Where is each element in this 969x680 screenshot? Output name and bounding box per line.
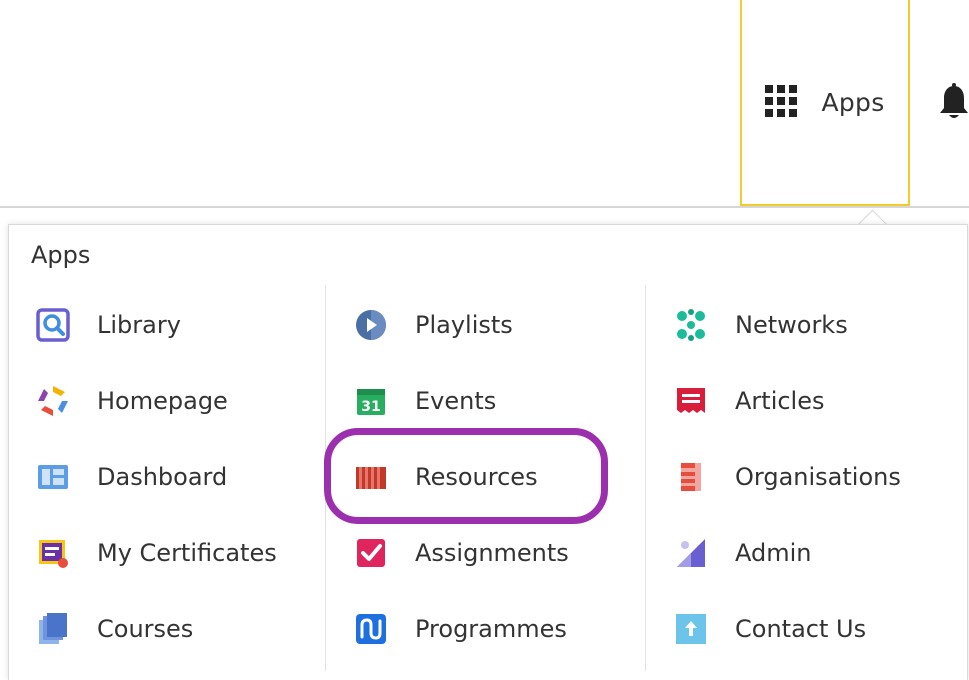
articles-icon <box>673 383 709 419</box>
bell-icon[interactable] <box>938 82 969 122</box>
dashboard-icon <box>35 459 71 495</box>
app-item-my-certificates[interactable]: My Certificates <box>29 515 329 591</box>
app-item-label: Library <box>97 311 181 339</box>
assignments-icon <box>353 535 389 571</box>
apps-button[interactable]: Apps <box>740 0 910 206</box>
grid-icon <box>765 85 799 119</box>
app-item-playlists[interactable]: Playlists <box>347 287 647 363</box>
app-item-courses[interactable]: Courses <box>29 591 329 667</box>
app-item-label: Assignments <box>415 539 569 567</box>
app-item-events[interactable]: 31 Events <box>347 363 647 439</box>
app-item-label: Programmes <box>415 615 567 643</box>
playlists-icon <box>353 307 389 343</box>
app-item-programmes[interactable]: Programmes <box>347 591 647 667</box>
app-item-contact-us[interactable]: Contact Us <box>667 591 967 667</box>
apps-column-3: Networks Articles Organisations Admin Co… <box>667 287 967 667</box>
organisations-icon <box>673 459 709 495</box>
programmes-icon <box>353 611 389 647</box>
library-icon <box>35 307 71 343</box>
app-item-assignments[interactable]: Assignments <box>347 515 647 591</box>
app-item-label: Organisations <box>735 463 901 491</box>
app-item-label: Homepage <box>97 387 228 415</box>
contact-icon <box>673 611 709 647</box>
app-item-label: Dashboard <box>97 463 228 491</box>
app-item-homepage[interactable]: Homepage <box>29 363 329 439</box>
app-item-admin[interactable]: Admin <box>667 515 967 591</box>
app-item-label: Articles <box>735 387 825 415</box>
events-icon: 31 <box>353 383 389 419</box>
app-item-label: Admin <box>735 539 812 567</box>
app-item-label: Contact Us <box>735 615 867 643</box>
homepage-icon <box>35 383 71 419</box>
app-item-label: Playlists <box>415 311 513 339</box>
app-item-articles[interactable]: Articles <box>667 363 967 439</box>
app-item-organisations[interactable]: Organisations <box>667 439 967 515</box>
app-item-networks[interactable]: Networks <box>667 287 967 363</box>
app-item-label: Resources <box>415 463 538 491</box>
app-item-label: Events <box>415 387 497 415</box>
apps-column-2: Playlists 31 Events Resources Assignment… <box>347 287 647 667</box>
networks-icon <box>673 307 709 343</box>
app-item-resources[interactable]: Resources <box>347 439 647 515</box>
app-item-dashboard[interactable]: Dashboard <box>29 439 329 515</box>
certificates-icon <box>35 535 71 571</box>
app-item-library[interactable]: Library <box>29 287 329 363</box>
dropdown-title: Apps <box>31 241 91 269</box>
app-item-label: My Certificates <box>97 539 277 567</box>
apps-button-label: Apps <box>821 87 885 117</box>
app-item-label: Networks <box>735 311 848 339</box>
courses-icon <box>35 611 71 647</box>
events-icon-text: 31 <box>361 399 380 415</box>
top-header: Apps <box>0 0 969 208</box>
admin-icon <box>673 535 709 571</box>
app-item-label: Courses <box>97 615 194 643</box>
apps-column-1: Library Homepage Dashboard My Certificat… <box>29 287 329 667</box>
apps-dropdown: Apps Library Homepage Dashboard My Certi… <box>8 224 968 680</box>
resources-icon <box>353 459 389 495</box>
